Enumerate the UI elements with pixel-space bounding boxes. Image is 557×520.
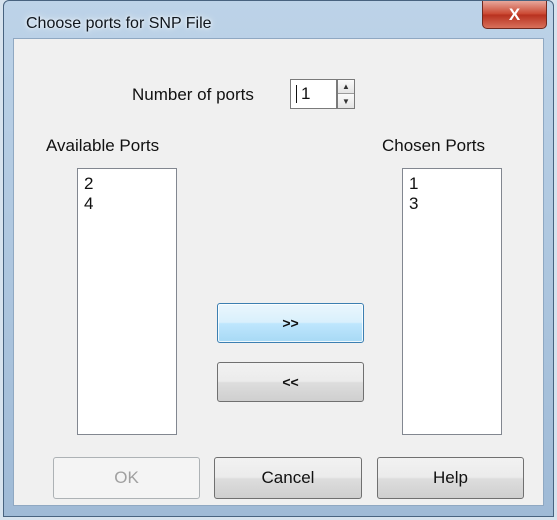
title-bar[interactable]: Choose ports for SNP File X: [4, 1, 553, 43]
available-ports-list[interactable]: 2 4: [77, 168, 177, 435]
spin-up-button[interactable]: ▲: [338, 80, 354, 94]
number-of-ports-input[interactable]: 1: [290, 79, 337, 109]
available-port-item[interactable]: 2: [84, 174, 170, 194]
cancel-button[interactable]: Cancel: [214, 457, 362, 499]
chosen-ports-list[interactable]: 1 3: [402, 168, 502, 435]
dialog-window: Choose ports for SNP File X Number of po…: [3, 0, 554, 517]
chosen-port-item[interactable]: 1: [409, 174, 495, 194]
spin-down-arrow-icon: ▼: [342, 96, 350, 106]
close-button[interactable]: X: [482, 1, 547, 29]
number-of-ports-label: Number of ports: [132, 85, 254, 104]
chosen-port-item[interactable]: 3: [409, 194, 495, 214]
window-title: Choose ports for SNP File: [26, 15, 212, 32]
dialog-content: Number of ports 1 ▲ ▼ Available Ports Ch…: [13, 38, 544, 506]
close-icon: X: [508, 5, 521, 24]
number-of-ports-spinner[interactable]: ▲ ▼: [337, 79, 355, 109]
chosen-ports-heading: Chosen Ports: [382, 136, 485, 155]
remove-port-button[interactable]: <<: [217, 362, 364, 402]
spin-up-arrow-icon: ▲: [342, 82, 350, 91]
spin-down-button[interactable]: ▼: [338, 94, 354, 108]
available-ports-heading: Available Ports: [46, 136, 160, 155]
available-port-item[interactable]: 4: [84, 194, 170, 214]
help-button[interactable]: Help: [377, 457, 524, 499]
add-port-button[interactable]: >>: [217, 303, 364, 343]
text-caret: [296, 85, 297, 103]
number-of-ports-value: 1: [301, 84, 311, 103]
ok-button[interactable]: OK: [53, 457, 200, 499]
